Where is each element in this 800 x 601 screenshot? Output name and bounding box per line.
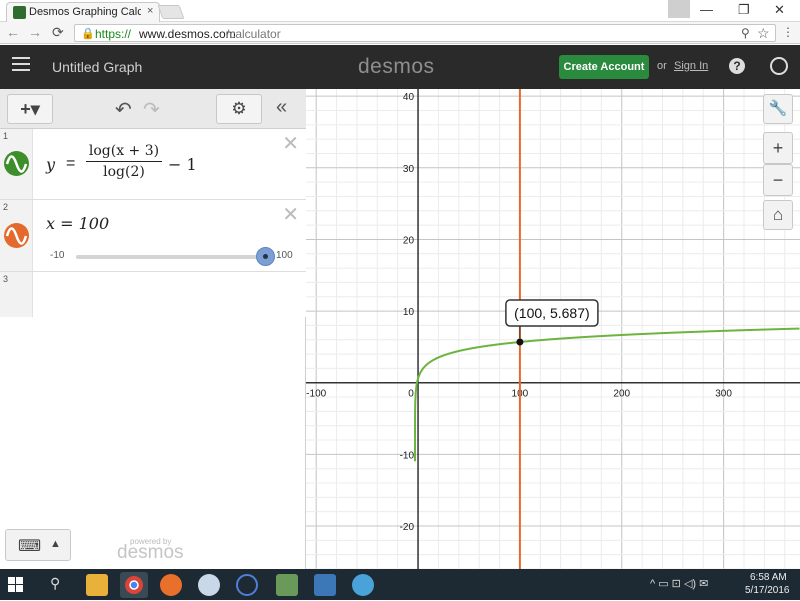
fraction-denominator: log(2) xyxy=(103,164,145,180)
address-bar-row: ← → ⟳ 🔒 https:// www.desmos.com /calcula… xyxy=(0,22,800,44)
y-tick-label: 10 xyxy=(403,307,415,318)
windows-taskbar: ⚲ ^ ▭ ⊡ ◁) ✉ 6:58 AM 5/17/2016 xyxy=(0,569,800,600)
window-close-icon[interactable]: ✕ xyxy=(774,2,785,18)
fraction: log(x + 3) log(2) xyxy=(86,143,162,180)
app-icon[interactable] xyxy=(314,574,336,596)
app-icon[interactable] xyxy=(352,574,374,596)
expression-gutter: 3 xyxy=(0,272,33,317)
clock-date[interactable]: 5/17/2016 xyxy=(745,585,790,596)
y-tick-label: 40 xyxy=(403,92,415,103)
lock-icon: 🔒 xyxy=(81,28,95,40)
clock-time[interactable]: 6:58 AM xyxy=(750,572,787,583)
zoom-out-button[interactable]: − xyxy=(763,164,793,196)
y-tick-label: -20 xyxy=(400,522,415,533)
y-tick-label: 20 xyxy=(403,235,415,246)
delete-expression-icon[interactable]: ✕ xyxy=(282,131,299,156)
app-icon[interactable] xyxy=(276,574,298,596)
expression-text: x = 100 xyxy=(46,214,110,233)
chrome-taskbar-active[interactable] xyxy=(120,572,148,598)
powered-by-desmos-logo: desmos xyxy=(117,542,184,563)
app-icon[interactable] xyxy=(236,574,258,596)
sign-in-link[interactable]: Sign In xyxy=(674,60,708,72)
collapse-panel-icon[interactable]: « xyxy=(276,96,287,119)
slider-track[interactable] xyxy=(76,255,266,259)
expression-gutter: 1 xyxy=(0,129,33,199)
expression-row-3[interactable]: 3 xyxy=(0,272,306,317)
expression-index: 2 xyxy=(3,202,9,212)
expression-equals: = xyxy=(66,155,76,172)
expression-lhs: y xyxy=(46,155,56,174)
wrench-icon[interactable]: 🔧 xyxy=(763,94,793,124)
graph-title[interactable]: Untitled Graph xyxy=(52,59,142,75)
add-item-button[interactable]: +▾ xyxy=(7,94,53,124)
x-tick-label: 300 xyxy=(715,389,732,400)
restore-icon[interactable]: ❐ xyxy=(738,2,750,18)
graph-svg[interactable]: -100010020030040302010-10-20(100, 5.687) xyxy=(306,89,800,569)
zoom-in-button[interactable]: + xyxy=(763,132,793,164)
tab-title: Desmos Graphing Calculator xyxy=(29,6,141,18)
point-label: (100, 5.687) xyxy=(514,305,590,321)
caret-up-icon: ▲ xyxy=(50,538,61,550)
help-icon[interactable]: ? xyxy=(729,58,745,74)
url-host: www.desmos.com xyxy=(139,27,236,41)
graph-paper[interactable]: -100010020030040302010-10-20(100, 5.687) xyxy=(306,89,800,569)
firefox-icon[interactable] xyxy=(160,574,182,596)
slider-min[interactable]: -10 xyxy=(50,250,64,261)
undo-icon[interactable]: ↶ xyxy=(115,97,132,122)
graph-settings-button[interactable]: ⚙ xyxy=(216,94,262,124)
desmos-header: Untitled Graph desmos Create Account or … xyxy=(0,45,800,89)
slider-handle[interactable] xyxy=(256,247,275,266)
tab-close-icon[interactable]: × xyxy=(147,5,153,17)
url-scheme: https:// xyxy=(95,27,132,41)
browser-tab[interactable]: Desmos Graphing Calculator × xyxy=(6,2,160,22)
windows-start-icon[interactable] xyxy=(8,577,23,592)
or-text: or xyxy=(657,60,667,72)
expression-index: 3 xyxy=(3,274,9,284)
fraction-numerator: log(x + 3) xyxy=(86,143,162,162)
intersection-point[interactable] xyxy=(516,338,524,346)
expression-index: 1 xyxy=(3,131,9,141)
minimize-icon[interactable]: — xyxy=(700,2,713,17)
graph-color-toggle-icon[interactable] xyxy=(4,223,29,248)
system-tray[interactable]: ^ ▭ ⊡ ◁) ✉ xyxy=(650,577,708,590)
zoom-icon[interactable]: ⚲ xyxy=(741,26,750,40)
hamburger-menu-icon[interactable] xyxy=(12,57,30,71)
y-tick-label: -10 xyxy=(400,450,415,461)
slider-max[interactable]: 100 xyxy=(276,250,293,261)
expression-row-1[interactable]: 1 y = log(x + 3) log(2) − 1 ✕ xyxy=(0,129,306,200)
reload-icon[interactable]: ⟳ xyxy=(52,24,64,41)
keypad-toggle-button[interactable]: ⌨ ▲ xyxy=(5,529,71,561)
x-tick-label: 0 xyxy=(408,389,414,400)
home-icon[interactable]: ⌂ xyxy=(763,200,793,230)
expression-panel: +▾ ↶ ↷ ⚙ « 1 y = log(x + 3) log(2) − 1 ✕… xyxy=(0,89,306,569)
desmos-favicon-icon xyxy=(13,6,26,19)
profile-icon[interactable] xyxy=(668,0,690,18)
app-icon[interactable] xyxy=(198,574,220,596)
url-input[interactable]: 🔒 https:// www.desmos.com /calculator ⚲ … xyxy=(74,24,776,42)
graph-color-toggle-icon[interactable] xyxy=(4,151,29,176)
language-globe-icon[interactable] xyxy=(770,57,788,75)
redo-icon[interactable]: ↷ xyxy=(143,97,160,122)
expression-tail: − 1 xyxy=(168,155,197,174)
y-tick-label: 30 xyxy=(403,164,415,175)
file-explorer-icon[interactable] xyxy=(86,574,108,596)
create-account-button[interactable]: Create Account xyxy=(559,55,649,79)
new-tab-button[interactable] xyxy=(157,5,185,19)
url-path: /calculator xyxy=(226,27,281,41)
forward-icon[interactable]: → xyxy=(28,24,42,40)
expression-gutter: 2 xyxy=(0,200,33,271)
desmos-logo: desmos xyxy=(358,55,435,78)
keyboard-icon: ⌨ xyxy=(18,538,42,555)
back-icon[interactable]: ← xyxy=(6,24,20,40)
expression-toolbar: +▾ ↶ ↷ ⚙ « xyxy=(0,89,306,129)
search-icon[interactable]: ⚲ xyxy=(50,575,60,592)
expression-row-2[interactable]: 2 x = 100 -10 100 ✕ xyxy=(0,200,306,272)
series-log-curve[interactable] xyxy=(413,327,800,462)
browser-menu-icon[interactable]: ⋮ xyxy=(782,25,794,39)
x-tick-label: -100 xyxy=(306,389,326,400)
bookmark-star-icon[interactable]: ☆ xyxy=(757,25,770,42)
delete-expression-icon[interactable]: ✕ xyxy=(282,202,299,227)
x-tick-label: 200 xyxy=(613,389,630,400)
browser-tab-bar: Desmos Graphing Calculator × — ❐ ✕ xyxy=(0,0,800,22)
